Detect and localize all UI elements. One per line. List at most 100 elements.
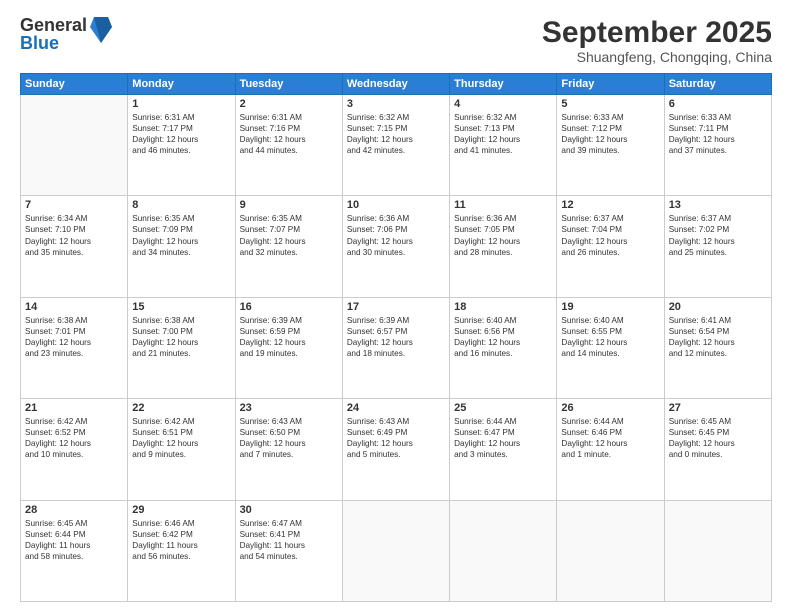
day-number: 24 bbox=[347, 402, 445, 414]
calendar-table: SundayMondayTuesdayWednesdayThursdayFrid… bbox=[20, 73, 772, 602]
day-info: Sunrise: 6:43 AM Sunset: 6:50 PM Dayligh… bbox=[240, 416, 338, 460]
day-number: 5 bbox=[561, 98, 659, 110]
day-number: 16 bbox=[240, 301, 338, 313]
day-number: 15 bbox=[132, 301, 230, 313]
day-number: 1 bbox=[132, 98, 230, 110]
week-row-3: 14Sunrise: 6:38 AM Sunset: 7:01 PM Dayli… bbox=[21, 297, 772, 398]
day-number: 28 bbox=[25, 504, 123, 516]
col-header-wednesday: Wednesday bbox=[342, 74, 449, 95]
calendar-cell: 15 Sunrise: 6:38 AM Sunset: 7:00 PM Dayli… bbox=[128, 297, 235, 398]
calendar-cell bbox=[342, 500, 449, 601]
day-info: Sunrise: 6:45 AM Sunset: 6:45 PM Dayligh… bbox=[669, 416, 767, 460]
page: General Blue September 2025 Shuangfeng, … bbox=[0, 0, 792, 612]
calendar-cell: 29 Sunrise: 6:46 AM Sunset: 6:42 PM Dayli… bbox=[128, 500, 235, 601]
day-info: Sunrise: 6:42 AM Sunset: 6:51 PM Dayligh… bbox=[132, 416, 230, 460]
calendar-cell: 12 Sunrise: 6:37 AM Sunset: 7:04 PM Dayli… bbox=[557, 196, 664, 297]
day-number: 11 bbox=[454, 199, 552, 211]
calendar-cell: 3Sunrise: 6:32 AM Sunset: 7:15 PM Daylig… bbox=[342, 95, 449, 196]
calendar-cell: 28 Sunrise: 6:45 AM Sunset: 6:44 PM Dayli… bbox=[21, 500, 128, 601]
day-number: 29 bbox=[132, 504, 230, 516]
calendar-cell: 10Sunrise: 6:36 AM Sunset: 7:06 PM Dayli… bbox=[342, 196, 449, 297]
calendar-cell: 16Sunrise: 6:39 AM Sunset: 6:59 PM Dayli… bbox=[235, 297, 342, 398]
day-info: Sunrise: 6:41 AM Sunset: 6:54 PM Dayligh… bbox=[669, 315, 767, 359]
location-title: Shuangfeng, Chongqing, China bbox=[542, 49, 772, 65]
week-row-5: 28 Sunrise: 6:45 AM Sunset: 6:44 PM Dayli… bbox=[21, 500, 772, 601]
week-row-2: 7 Sunrise: 6:34 AM Sunset: 7:10 PM Daylig… bbox=[21, 196, 772, 297]
calendar-cell: 27 Sunrise: 6:45 AM Sunset: 6:45 PM Dayli… bbox=[664, 399, 771, 500]
col-header-tuesday: Tuesday bbox=[235, 74, 342, 95]
calendar-header-row: SundayMondayTuesdayWednesdayThursdayFrid… bbox=[21, 74, 772, 95]
day-number: 13 bbox=[669, 199, 767, 211]
calendar-cell: 8Sunrise: 6:35 AM Sunset: 7:09 PM Daylig… bbox=[128, 196, 235, 297]
title-section: September 2025 Shuangfeng, Chongqing, Ch… bbox=[542, 16, 772, 65]
logo-icon bbox=[90, 15, 112, 50]
day-info: Sunrise: 6:44 AM Sunset: 6:47 PM Dayligh… bbox=[454, 416, 552, 460]
day-number: 26 bbox=[561, 402, 659, 414]
day-info: Sunrise: 6:44 AM Sunset: 6:46 PM Dayligh… bbox=[561, 416, 659, 460]
day-info: Sunrise: 6:40 AM Sunset: 6:55 PM Dayligh… bbox=[561, 315, 659, 359]
day-number: 9 bbox=[240, 199, 338, 211]
calendar-cell: 30Sunrise: 6:47 AM Sunset: 6:41 PM Dayli… bbox=[235, 500, 342, 601]
day-info: Sunrise: 6:37 AM Sunset: 7:04 PM Dayligh… bbox=[561, 213, 659, 257]
calendar-cell: 24Sunrise: 6:43 AM Sunset: 6:49 PM Dayli… bbox=[342, 399, 449, 500]
calendar-cell: 18 Sunrise: 6:40 AM Sunset: 6:56 PM Dayli… bbox=[450, 297, 557, 398]
day-number: 2 bbox=[240, 98, 338, 110]
calendar-cell bbox=[450, 500, 557, 601]
day-number: 22 bbox=[132, 402, 230, 414]
logo-blue: Blue bbox=[20, 34, 87, 52]
day-info: Sunrise: 6:33 AM Sunset: 7:12 PM Dayligh… bbox=[561, 112, 659, 156]
day-number: 10 bbox=[347, 199, 445, 211]
day-number: 12 bbox=[561, 199, 659, 211]
calendar-cell: 21 Sunrise: 6:42 AM Sunset: 6:52 PM Dayli… bbox=[21, 399, 128, 500]
day-info: Sunrise: 6:31 AM Sunset: 7:16 PM Dayligh… bbox=[240, 112, 338, 156]
day-info: Sunrise: 6:31 AM Sunset: 7:17 PM Dayligh… bbox=[132, 112, 230, 156]
day-number: 18 bbox=[454, 301, 552, 313]
day-number: 3 bbox=[347, 98, 445, 110]
day-info: Sunrise: 6:36 AM Sunset: 7:05 PM Dayligh… bbox=[454, 213, 552, 257]
day-number: 7 bbox=[25, 199, 123, 211]
day-number: 19 bbox=[561, 301, 659, 313]
calendar-cell: 9 Sunrise: 6:35 AM Sunset: 7:07 PM Daylig… bbox=[235, 196, 342, 297]
col-header-sunday: Sunday bbox=[21, 74, 128, 95]
calendar-cell bbox=[664, 500, 771, 601]
day-number: 21 bbox=[25, 402, 123, 414]
day-number: 23 bbox=[240, 402, 338, 414]
day-info: Sunrise: 6:33 AM Sunset: 7:11 PM Dayligh… bbox=[669, 112, 767, 156]
logo: General Blue bbox=[20, 16, 112, 52]
day-info: Sunrise: 6:45 AM Sunset: 6:44 PM Dayligh… bbox=[25, 518, 123, 562]
day-info: Sunrise: 6:40 AM Sunset: 6:56 PM Dayligh… bbox=[454, 315, 552, 359]
calendar-cell: 26 Sunrise: 6:44 AM Sunset: 6:46 PM Dayli… bbox=[557, 399, 664, 500]
day-info: Sunrise: 6:42 AM Sunset: 6:52 PM Dayligh… bbox=[25, 416, 123, 460]
calendar-cell: 17 Sunrise: 6:39 AM Sunset: 6:57 PM Dayli… bbox=[342, 297, 449, 398]
week-row-4: 21 Sunrise: 6:42 AM Sunset: 6:52 PM Dayli… bbox=[21, 399, 772, 500]
calendar-cell: 22 Sunrise: 6:42 AM Sunset: 6:51 PM Dayli… bbox=[128, 399, 235, 500]
calendar-cell bbox=[557, 500, 664, 601]
calendar-cell: 2 Sunrise: 6:31 AM Sunset: 7:16 PM Daylig… bbox=[235, 95, 342, 196]
day-info: Sunrise: 6:38 AM Sunset: 7:00 PM Dayligh… bbox=[132, 315, 230, 359]
calendar-cell: 19 Sunrise: 6:40 AM Sunset: 6:55 PM Dayli… bbox=[557, 297, 664, 398]
day-number: 14 bbox=[25, 301, 123, 313]
header: General Blue September 2025 Shuangfeng, … bbox=[20, 16, 772, 65]
day-info: Sunrise: 6:35 AM Sunset: 7:07 PM Dayligh… bbox=[240, 213, 338, 257]
week-row-1: 1 Sunrise: 6:31 AM Sunset: 7:17 PM Daylig… bbox=[21, 95, 772, 196]
col-header-monday: Monday bbox=[128, 74, 235, 95]
day-info: Sunrise: 6:39 AM Sunset: 6:57 PM Dayligh… bbox=[347, 315, 445, 359]
calendar-cell: 4 Sunrise: 6:32 AM Sunset: 7:13 PM Daylig… bbox=[450, 95, 557, 196]
day-info: Sunrise: 6:46 AM Sunset: 6:42 PM Dayligh… bbox=[132, 518, 230, 562]
day-number: 17 bbox=[347, 301, 445, 313]
calendar-cell bbox=[21, 95, 128, 196]
col-header-thursday: Thursday bbox=[450, 74, 557, 95]
calendar-cell: 5 Sunrise: 6:33 AM Sunset: 7:12 PM Daylig… bbox=[557, 95, 664, 196]
day-info: Sunrise: 6:32 AM Sunset: 7:13 PM Dayligh… bbox=[454, 112, 552, 156]
month-title: September 2025 bbox=[542, 16, 772, 49]
calendar-cell: 6Sunrise: 6:33 AM Sunset: 7:11 PM Daylig… bbox=[664, 95, 771, 196]
calendar-cell: 1 Sunrise: 6:31 AM Sunset: 7:17 PM Daylig… bbox=[128, 95, 235, 196]
day-number: 27 bbox=[669, 402, 767, 414]
day-number: 4 bbox=[454, 98, 552, 110]
calendar-cell: 20Sunrise: 6:41 AM Sunset: 6:54 PM Dayli… bbox=[664, 297, 771, 398]
logo-general: General bbox=[20, 16, 87, 34]
calendar-cell: 13Sunrise: 6:37 AM Sunset: 7:02 PM Dayli… bbox=[664, 196, 771, 297]
day-number: 25 bbox=[454, 402, 552, 414]
day-info: Sunrise: 6:34 AM Sunset: 7:10 PM Dayligh… bbox=[25, 213, 123, 257]
day-number: 8 bbox=[132, 199, 230, 211]
